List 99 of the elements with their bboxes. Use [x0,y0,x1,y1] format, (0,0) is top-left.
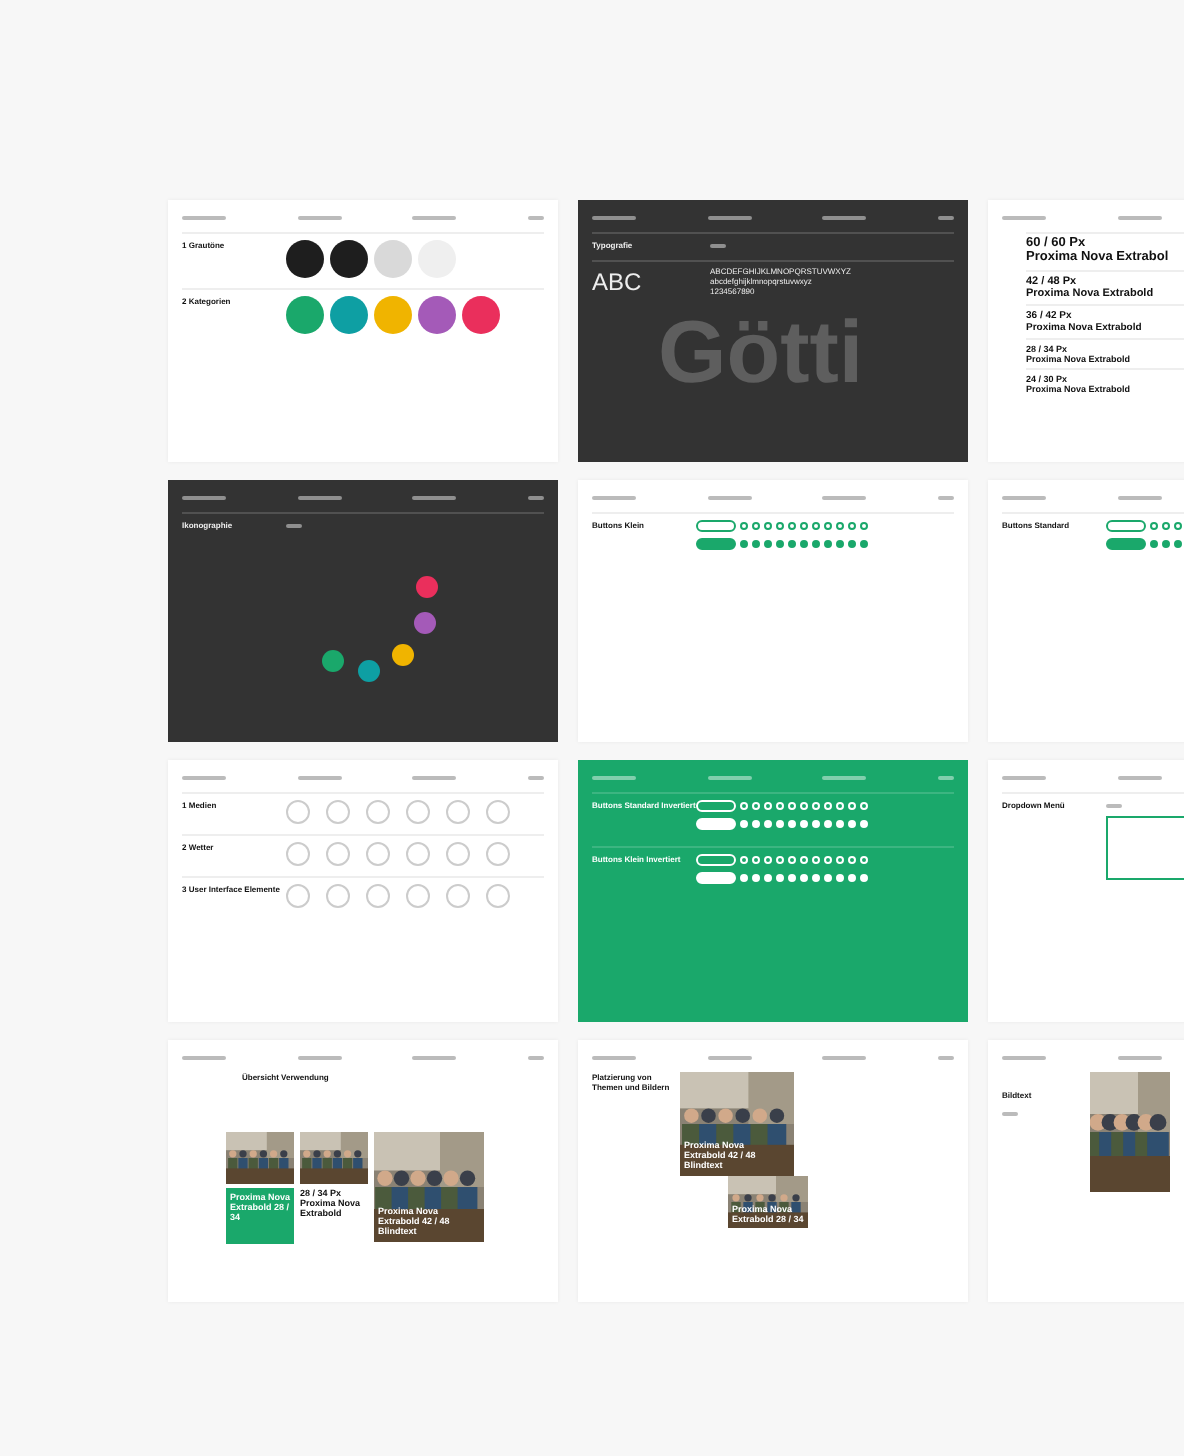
filled-dot [740,874,748,882]
outline-dot [800,802,808,810]
round-icon [366,842,390,866]
outline-dot [860,522,868,530]
outline-dot [776,802,784,810]
outline-dot [1162,522,1170,530]
outline-dot [1174,522,1182,530]
outline-button [1106,520,1146,532]
outline-dot [824,802,832,810]
round-icon [486,800,510,824]
outline-dot [752,856,760,864]
outline-dot [776,856,784,864]
filled-dot [776,874,784,882]
round-icon [326,842,350,866]
round-icon [446,800,470,824]
outline-dot [848,802,856,810]
filled-dot [800,820,808,828]
filled-dot [824,540,832,548]
round-icon [366,884,390,908]
filled-dot [1162,540,1170,548]
filled-dot [812,820,820,828]
outline-dot [800,856,808,864]
filled-dot [836,874,844,882]
filled-dot [764,820,772,828]
round-icon [406,800,430,824]
outline-dot [800,522,808,530]
outline-dot [836,522,844,530]
filled-dot [812,540,820,548]
outline-dot [812,522,820,530]
round-icon [406,842,430,866]
outline-dot [740,522,748,530]
filled-dot [740,820,748,828]
outline-dot [788,522,796,530]
filled-dot [752,820,760,828]
round-icon [326,800,350,824]
filled-dot [836,540,844,548]
filled-dot [740,540,748,548]
filled-dot [788,874,796,882]
round-icon [486,842,510,866]
filled-dot [848,874,856,882]
outline-dot [740,856,748,864]
outline-button [696,854,736,866]
filled-button [696,872,736,884]
outline-dot [776,522,784,530]
filled-dot [752,540,760,548]
round-icon [286,800,310,824]
filled-button [1106,538,1146,550]
filled-dot [788,820,796,828]
outline-dot [848,856,856,864]
outline-dot [1150,522,1158,530]
filled-dot [1174,540,1182,548]
filled-dot [848,540,856,548]
outline-dot [860,856,868,864]
outline-dot [836,802,844,810]
outline-dot [752,522,760,530]
filled-button [696,818,736,830]
round-icon [446,884,470,908]
filled-dot [860,540,868,548]
outline-dot [848,522,856,530]
outline-dot [812,802,820,810]
outline-dot [764,856,772,864]
round-icon [446,842,470,866]
outline-dot [764,522,772,530]
filled-dot [824,820,832,828]
outline-dot [788,856,796,864]
filled-dot [776,540,784,548]
outline-dot [824,856,832,864]
type-sample: ABC [592,268,644,297]
filled-dot [860,874,868,882]
outline-button [696,520,736,532]
filled-dot [800,540,808,548]
outline-dot [764,802,772,810]
outline-dot [752,802,760,810]
filled-button [696,538,736,550]
filled-dot [764,540,772,548]
round-icon [406,884,430,908]
filled-dot [836,820,844,828]
outline-dot [740,802,748,810]
filled-dot [848,820,856,828]
filled-dot [764,874,772,882]
filled-dot [812,874,820,882]
filled-dot [824,874,832,882]
round-icon [366,800,390,824]
outline-dot [824,522,832,530]
outline-dot [860,802,868,810]
filled-dot [788,540,796,548]
filled-dot [800,874,808,882]
filled-dot [1150,540,1158,548]
round-icon [326,884,350,908]
round-icon [286,842,310,866]
round-icon [486,884,510,908]
filled-dot [752,874,760,882]
outline-button [696,800,736,812]
filled-dot [776,820,784,828]
round-icon [286,884,310,908]
outline-dot [788,802,796,810]
outline-dot [812,856,820,864]
outline-dot [836,856,844,864]
filled-dot [860,820,868,828]
